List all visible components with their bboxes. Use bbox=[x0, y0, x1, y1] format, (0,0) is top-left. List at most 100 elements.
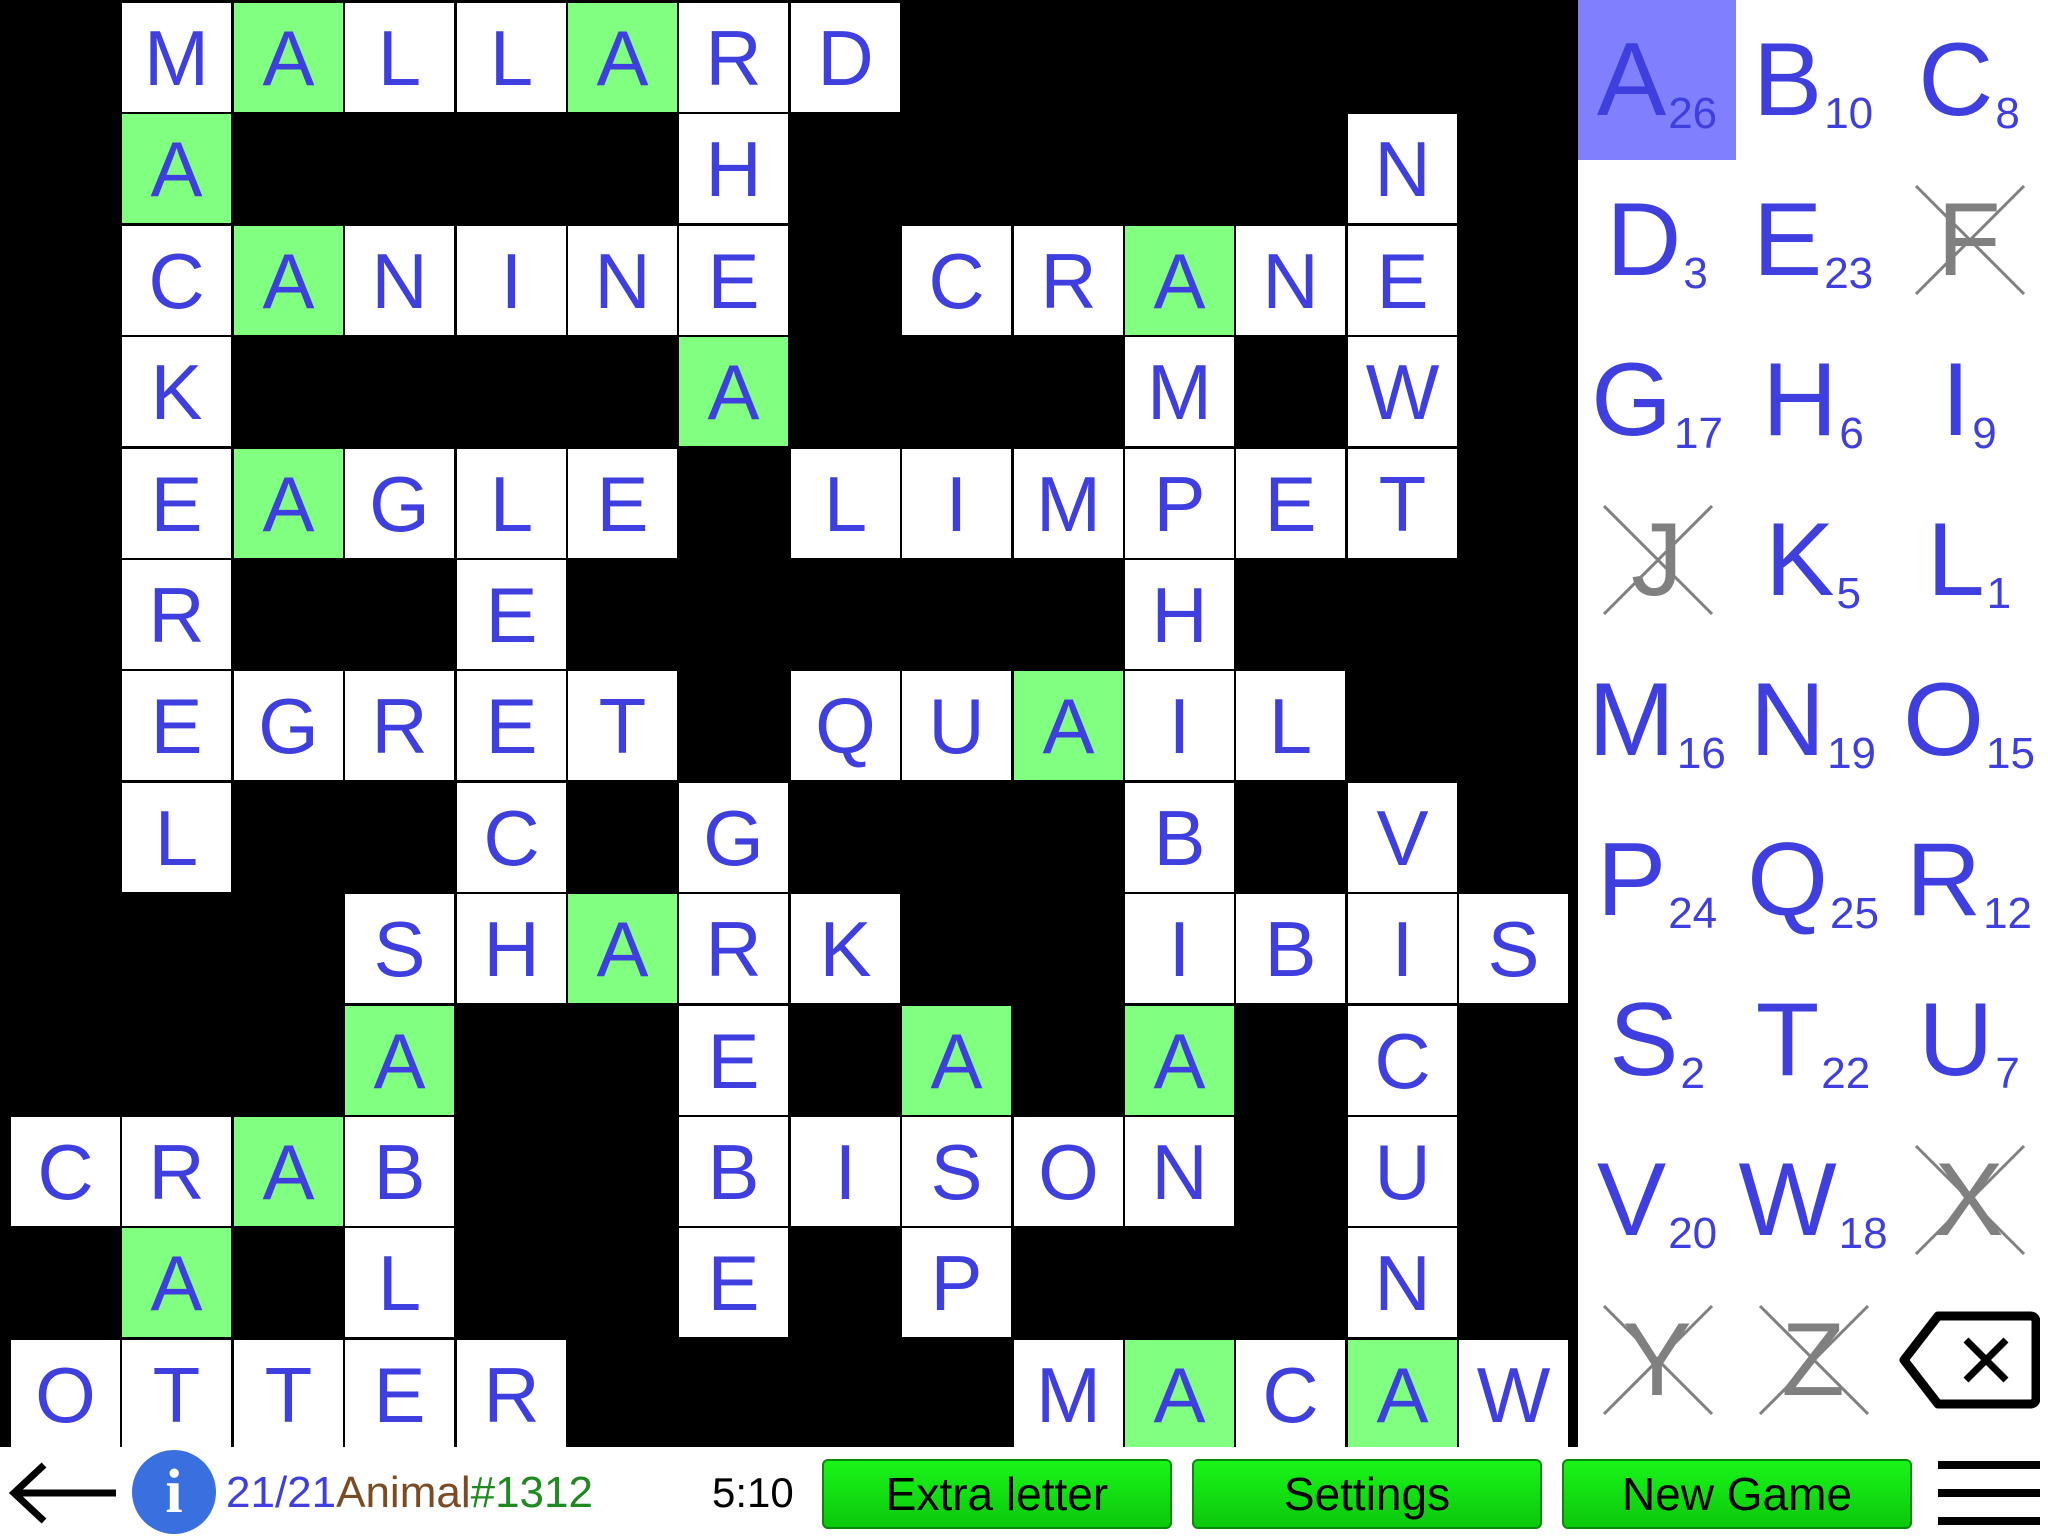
grid-cell[interactable]: A bbox=[121, 1227, 232, 1338]
grid-cell[interactable]: M bbox=[1013, 448, 1124, 559]
back-button[interactable] bbox=[4, 1459, 122, 1527]
grid-cell[interactable]: T bbox=[233, 1339, 344, 1450]
grid-cell[interactable]: L bbox=[344, 1227, 455, 1338]
grid-cell[interactable]: G bbox=[233, 670, 344, 781]
grid-cell[interactable]: V bbox=[1347, 782, 1458, 893]
grid-cell[interactable]: I bbox=[1124, 893, 1235, 1004]
grid-cell[interactable]: D bbox=[790, 2, 901, 113]
grid-cell[interactable]: R bbox=[1013, 225, 1124, 336]
grid-cell[interactable]: G bbox=[344, 448, 455, 559]
grid-cell[interactable]: E bbox=[1235, 448, 1346, 559]
grid-cell[interactable]: I bbox=[901, 448, 1012, 559]
key-p[interactable]: P 24 bbox=[1578, 800, 1736, 960]
grid-cell[interactable]: R bbox=[456, 1339, 567, 1450]
key-k[interactable]: K5 bbox=[1734, 480, 1892, 640]
grid-cell[interactable]: B bbox=[678, 1116, 789, 1227]
grid-cell[interactable]: O bbox=[10, 1339, 121, 1450]
grid-cell[interactable]: C bbox=[121, 225, 232, 336]
grid-cell[interactable]: L bbox=[121, 782, 232, 893]
grid-cell[interactable]: A bbox=[1124, 1005, 1235, 1116]
grid-cell[interactable]: A bbox=[901, 1005, 1012, 1116]
grid-cell[interactable]: R bbox=[344, 670, 455, 781]
grid-cell[interactable]: S bbox=[1458, 893, 1569, 1004]
grid-cell[interactable]: T bbox=[1347, 448, 1458, 559]
backspace-button[interactable] bbox=[1890, 1280, 2048, 1440]
key-g[interactable]: G 17 bbox=[1578, 320, 1736, 480]
grid-cell[interactable]: A bbox=[233, 2, 344, 113]
key-l[interactable]: L1 bbox=[1890, 480, 2048, 640]
grid-cell[interactable]: U bbox=[1347, 1116, 1458, 1227]
grid-cell[interactable]: W bbox=[1347, 336, 1458, 447]
grid-cell[interactable]: A bbox=[1013, 670, 1124, 781]
grid-cell[interactable]: P bbox=[1124, 448, 1235, 559]
key-a[interactable]: A 26 bbox=[1578, 0, 1736, 160]
grid-cell[interactable]: E bbox=[121, 448, 232, 559]
grid-cell[interactable]: A bbox=[233, 1116, 344, 1227]
grid-cell[interactable]: Q bbox=[790, 670, 901, 781]
grid-cell[interactable]: E bbox=[678, 225, 789, 336]
settings-button[interactable]: Settings bbox=[1192, 1459, 1542, 1529]
grid-cell[interactable]: S bbox=[344, 893, 455, 1004]
grid-cell[interactable]: B bbox=[344, 1116, 455, 1227]
grid-cell[interactable]: L bbox=[344, 2, 455, 113]
grid-cell[interactable]: C bbox=[456, 782, 567, 893]
grid-cell[interactable]: E bbox=[121, 670, 232, 781]
grid-cell[interactable]: E bbox=[344, 1339, 455, 1450]
grid-cell[interactable]: I bbox=[1124, 670, 1235, 781]
grid-cell[interactable]: E bbox=[567, 448, 678, 559]
grid-cell[interactable]: E bbox=[1347, 225, 1458, 336]
grid-cell[interactable]: I bbox=[790, 1116, 901, 1227]
grid-cell[interactable]: I bbox=[456, 225, 567, 336]
grid-cell[interactable]: R bbox=[121, 1116, 232, 1227]
grid-cell[interactable]: W bbox=[1458, 1339, 1569, 1450]
key-w[interactable]: W 18 bbox=[1734, 1120, 1892, 1280]
key-u[interactable]: U7 bbox=[1890, 960, 2048, 1120]
key-m[interactable]: M 16 bbox=[1578, 640, 1736, 800]
grid-cell[interactable]: A bbox=[1124, 1339, 1235, 1450]
grid-cell[interactable]: I bbox=[1347, 893, 1458, 1004]
key-b[interactable]: B 10 bbox=[1734, 0, 1892, 160]
grid-cell[interactable]: B bbox=[1124, 782, 1235, 893]
grid-cell[interactable]: R bbox=[678, 893, 789, 1004]
grid-cell[interactable]: K bbox=[790, 893, 901, 1004]
grid-cell[interactable]: P bbox=[901, 1227, 1012, 1338]
grid-cell[interactable]: U bbox=[901, 670, 1012, 781]
grid-cell[interactable]: M bbox=[1013, 1339, 1124, 1450]
grid-cell[interactable]: H bbox=[456, 893, 567, 1004]
grid-cell[interactable]: L bbox=[456, 448, 567, 559]
key-o[interactable]: O 15 bbox=[1890, 640, 2048, 800]
grid-cell[interactable]: E bbox=[678, 1005, 789, 1116]
grid-cell[interactable]: A bbox=[567, 893, 678, 1004]
grid-cell[interactable]: C bbox=[10, 1116, 121, 1227]
grid-cell[interactable]: A bbox=[1124, 225, 1235, 336]
grid-cell[interactable]: H bbox=[1124, 559, 1235, 670]
grid-cell[interactable]: E bbox=[678, 1227, 789, 1338]
grid-cell[interactable]: A bbox=[233, 225, 344, 336]
key-n[interactable]: N 19 bbox=[1734, 640, 1892, 800]
key-i[interactable]: I9 bbox=[1890, 320, 2048, 480]
grid-cell[interactable]: L bbox=[790, 448, 901, 559]
info-button[interactable]: i bbox=[132, 1450, 216, 1534]
key-v[interactable]: V 20 bbox=[1578, 1120, 1736, 1280]
grid-cell[interactable]: G bbox=[678, 782, 789, 893]
grid-cell[interactable]: A bbox=[233, 448, 344, 559]
grid-cell[interactable]: N bbox=[1347, 113, 1458, 224]
grid-cell[interactable]: T bbox=[121, 1339, 232, 1450]
menu-button[interactable] bbox=[1936, 1457, 2042, 1529]
grid-cell[interactable]: K bbox=[121, 336, 232, 447]
grid-cell[interactable]: N bbox=[1235, 225, 1346, 336]
key-q[interactable]: Q 25 bbox=[1734, 800, 1892, 960]
grid-cell[interactable]: H bbox=[678, 113, 789, 224]
new-game-button[interactable]: New Game bbox=[1562, 1459, 1912, 1529]
key-s[interactable]: S2 bbox=[1578, 960, 1736, 1120]
grid-cell[interactable]: N bbox=[567, 225, 678, 336]
grid-cell[interactable]: A bbox=[567, 2, 678, 113]
key-r[interactable]: R 12 bbox=[1890, 800, 2048, 960]
grid-cell[interactable]: C bbox=[901, 225, 1012, 336]
grid-cell[interactable]: N bbox=[1347, 1227, 1458, 1338]
grid-cell[interactable]: N bbox=[1124, 1116, 1235, 1227]
grid-cell[interactable]: M bbox=[121, 2, 232, 113]
grid-cell[interactable]: T bbox=[567, 670, 678, 781]
grid-cell[interactable]: E bbox=[456, 559, 567, 670]
grid-cell[interactable]: C bbox=[1347, 1005, 1458, 1116]
